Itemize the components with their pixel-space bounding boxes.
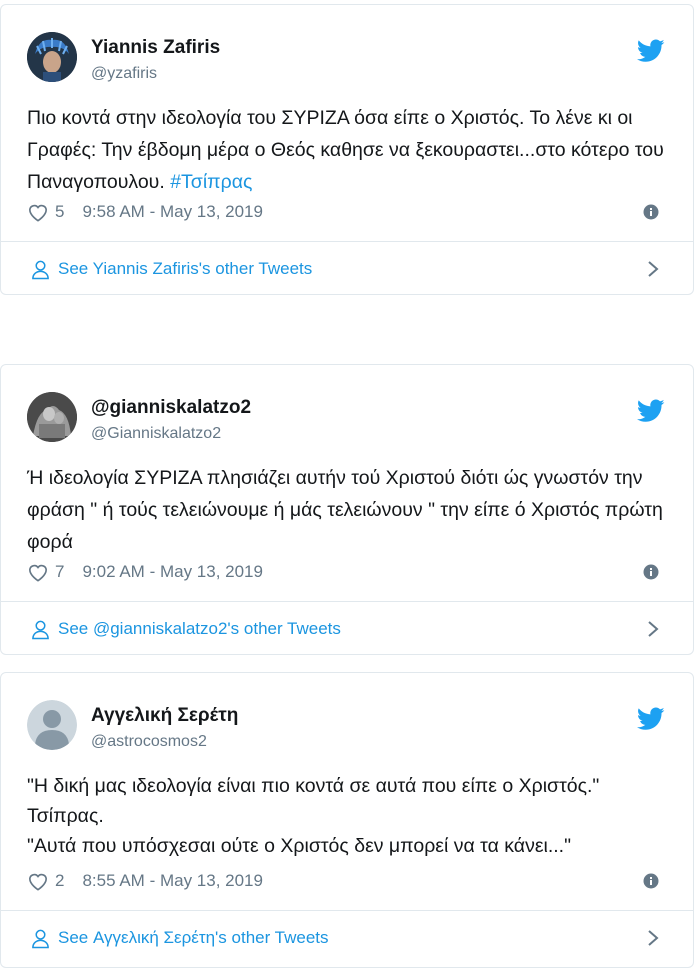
person-icon — [32, 929, 49, 948]
chevron-right-icon[interactable] — [647, 260, 659, 278]
person-icon — [32, 260, 49, 279]
see-other-tweets-link[interactable]: See @gianniskalatzo2's other Tweets — [1, 601, 693, 656]
see-other-tweets-label[interactable]: See @gianniskalatzo2's other Tweets — [58, 619, 341, 639]
twitter-bird-icon[interactable] — [637, 707, 665, 731]
like-count: 2 — [55, 871, 65, 890]
info-icon[interactable] — [643, 564, 659, 580]
heart-icon[interactable] — [27, 202, 49, 222]
tweet-line-1: "Η δική μας ιδεολογία είναι πιο κοντά σε… — [27, 775, 600, 797]
tweet-line-2: Τσίπρας. — [27, 805, 104, 827]
tweet-text: "Η δική μας ιδεολογία είναι πιο κοντά σε… — [27, 771, 667, 861]
tweet-body: Πιο κοντά στην ιδεολογία του ΣΥΡΙΖΑ όσα … — [27, 107, 664, 193]
author-name[interactable]: Yiannis Zafiris — [91, 37, 220, 59]
tweet-text: Πιο κοντά στην ιδεολογία του ΣΥΡΙΖΑ όσα … — [27, 102, 667, 198]
tweet-line-3: "Αυτά που υπόσχεσαι ούτε ο Χριστός δεν μ… — [27, 835, 572, 857]
timestamp[interactable]: 8:55 AM - May 13, 2019 — [82, 871, 263, 891]
twitter-bird-icon[interactable] — [637, 39, 665, 63]
tweet-card-2: @gianniskalatzo2 @Gianniskalatzo2 Ή ιδεο… — [0, 364, 694, 655]
avatar[interactable] — [27, 32, 77, 82]
author-handle[interactable]: @yzafiris — [91, 65, 157, 83]
heart-icon[interactable] — [27, 562, 49, 582]
chevron-right-icon[interactable] — [647, 929, 659, 947]
info-icon[interactable] — [643, 873, 659, 889]
avatar[interactable] — [27, 700, 77, 750]
info-icon[interactable] — [643, 204, 659, 220]
see-other-tweets-label[interactable]: See Yiannis Zafiris's other Tweets — [58, 259, 312, 279]
tweet-meta: 7 9:02 AM - May 13, 2019 — [27, 562, 263, 582]
avatar[interactable] — [27, 392, 77, 442]
person-icon — [32, 620, 49, 639]
tweet-meta: 2 8:55 AM - May 13, 2019 — [27, 871, 263, 891]
author-name[interactable]: Αγγελική Σερέτη — [91, 705, 238, 727]
author-handle[interactable]: @Gianniskalatzo2 — [91, 425, 221, 443]
see-other-tweets-link[interactable]: See Yiannis Zafiris's other Tweets — [1, 241, 693, 296]
tweet-text: Ή ιδεολογία ΣΥΡΙΖΑ πλησιάζει αυτήν τού Χ… — [27, 462, 667, 558]
see-other-tweets-label[interactable]: See Αγγελική Σερέτη's other Tweets — [58, 928, 329, 948]
timestamp[interactable]: 9:02 AM - May 13, 2019 — [82, 562, 263, 582]
see-other-tweets-link[interactable]: See Αγγελική Σερέτη's other Tweets — [1, 910, 693, 965]
timestamp[interactable]: 9:58 AM - May 13, 2019 — [82, 202, 263, 222]
tweet-card-3: Αγγελική Σερέτη @astrocosmos2 "Η δική μα… — [0, 672, 694, 968]
chevron-right-icon[interactable] — [647, 620, 659, 638]
tweet-meta: 5 9:58 AM - May 13, 2019 — [27, 202, 263, 222]
hashtag-link[interactable]: #Τσίπρας — [170, 171, 252, 193]
author-name[interactable]: @gianniskalatzo2 — [91, 397, 251, 419]
like-count: 5 — [55, 202, 65, 221]
heart-icon[interactable] — [27, 871, 49, 891]
tweet-card-1: Yiannis Zafiris @yzafiris Πιο κοντά στην… — [0, 4, 694, 295]
like-count: 7 — [55, 562, 65, 581]
tweet-body: Ή ιδεολογία ΣΥΡΙΖΑ πλησιάζει αυτήν τού Χ… — [27, 467, 663, 553]
author-handle[interactable]: @astrocosmos2 — [91, 733, 207, 751]
twitter-bird-icon[interactable] — [637, 399, 665, 423]
